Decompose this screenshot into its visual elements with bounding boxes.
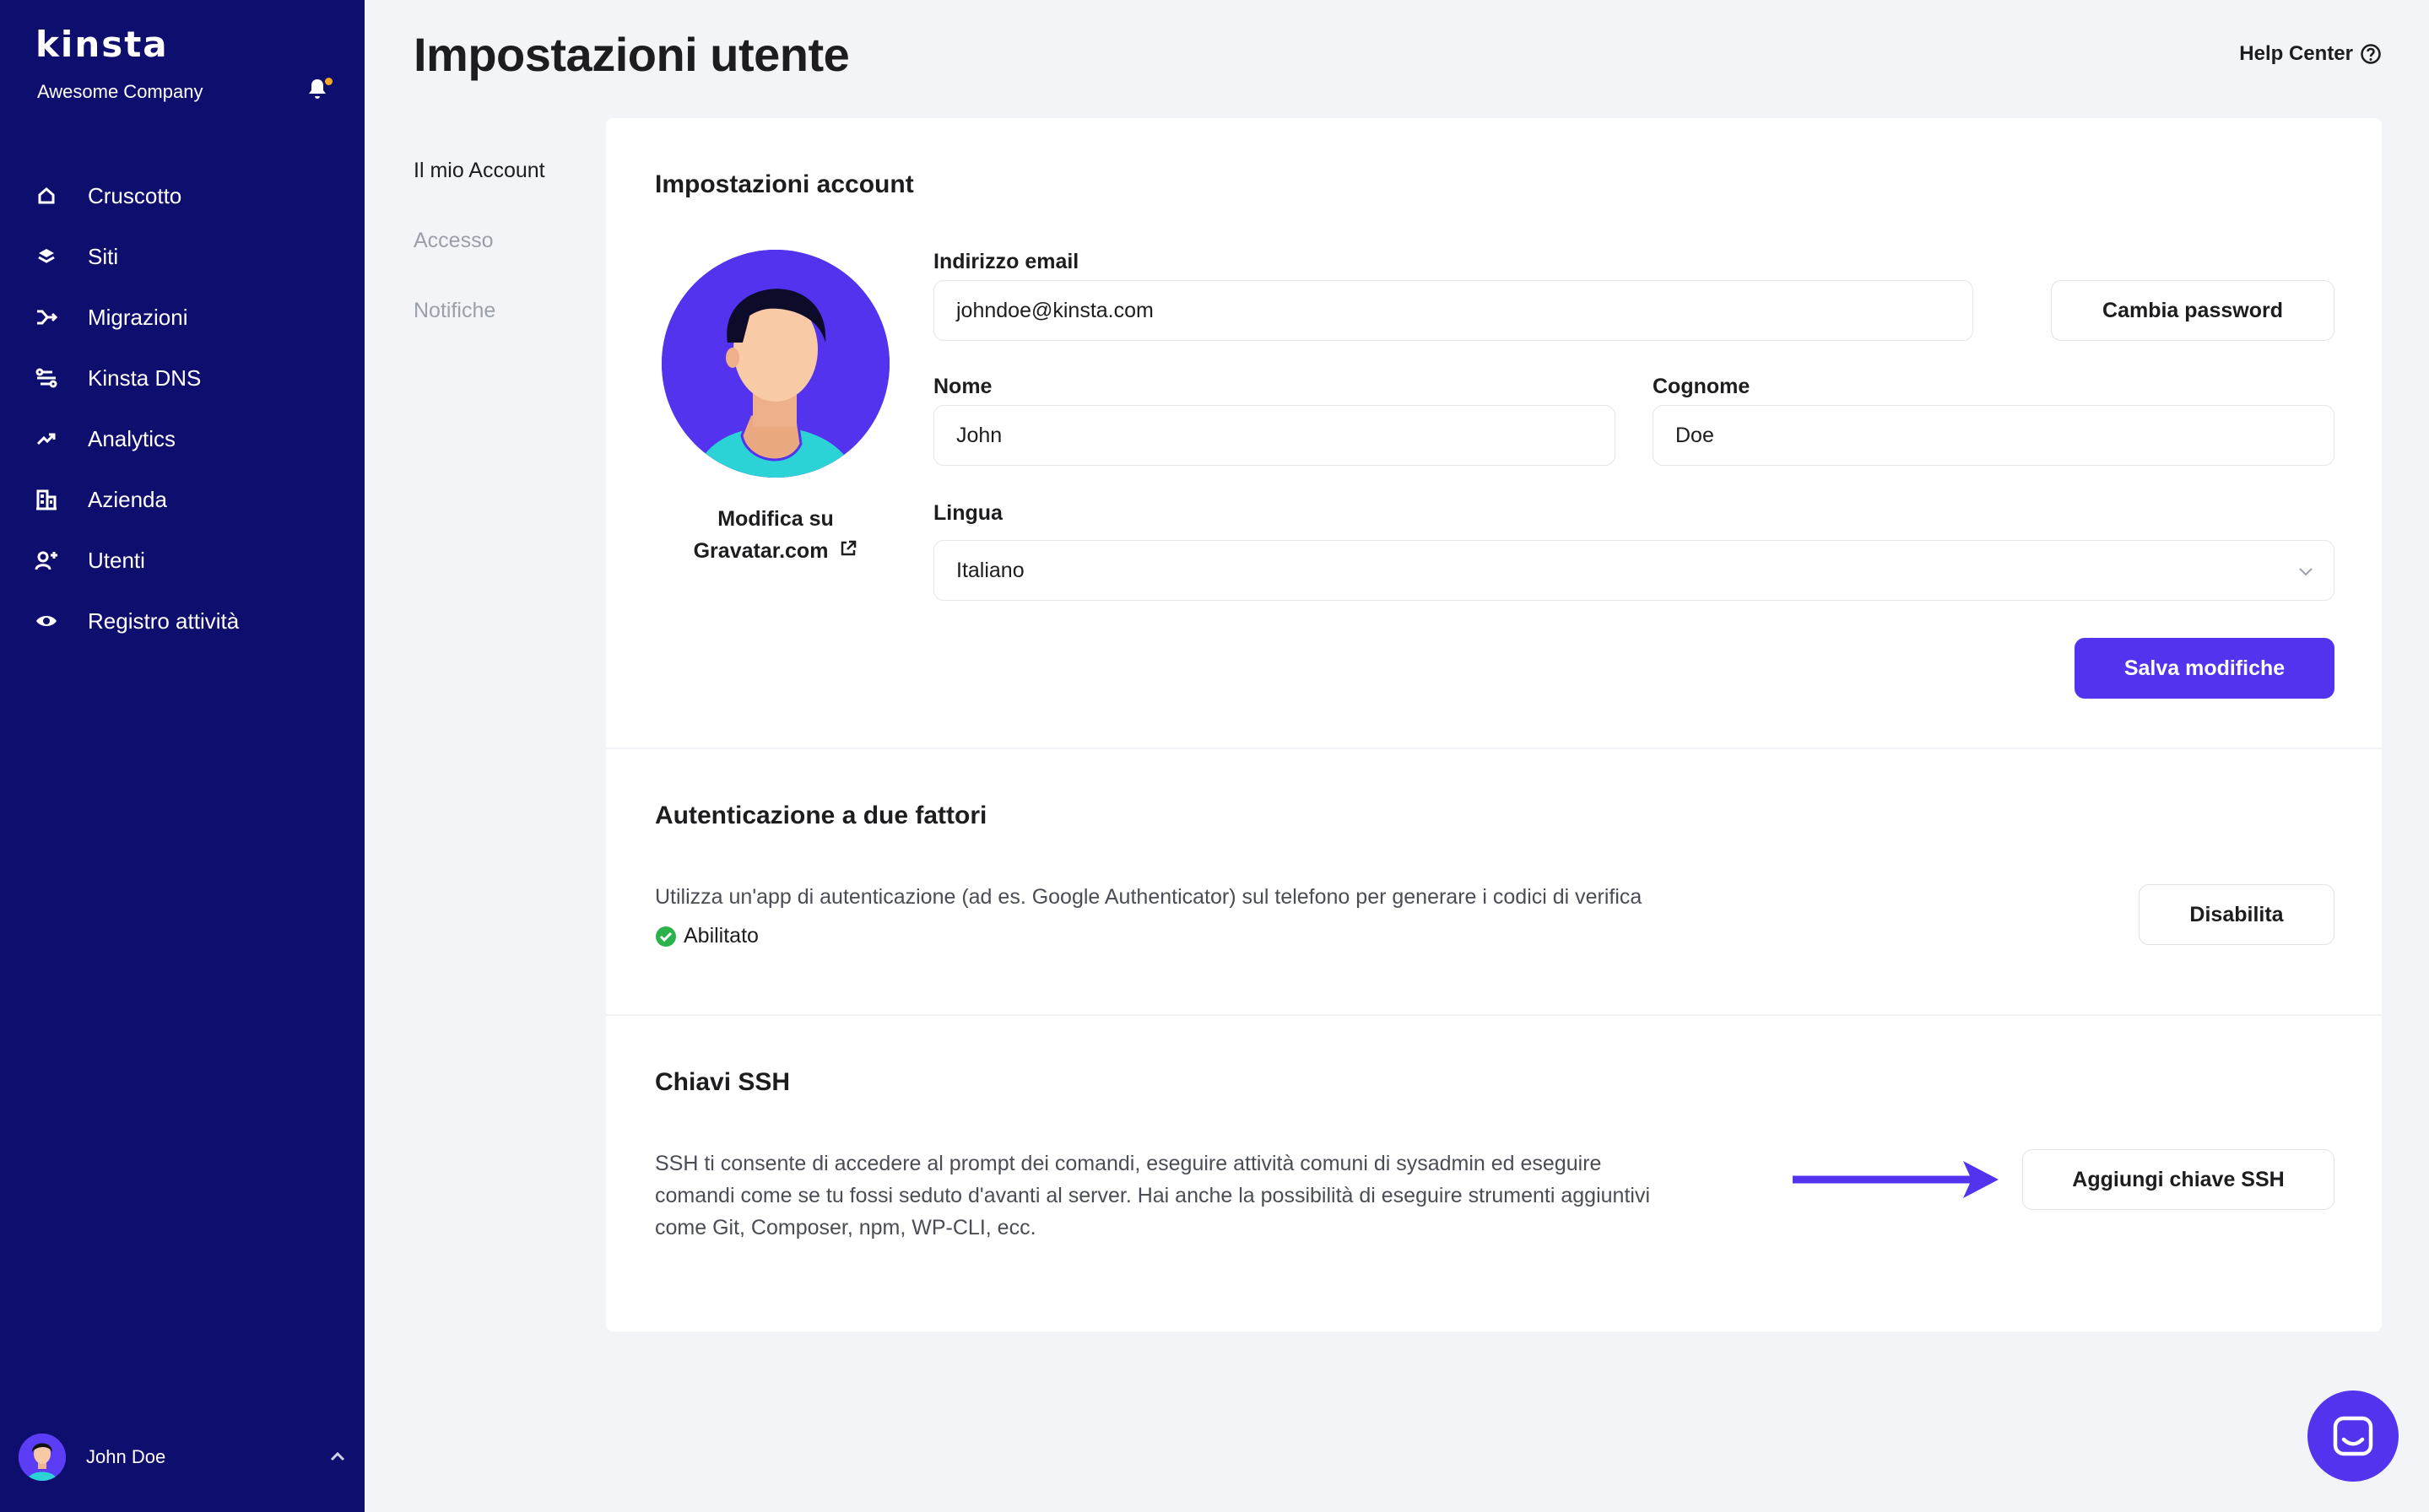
add-ssh-key-button[interactable]: Aggiungi chiave SSH	[2022, 1149, 2334, 1210]
two-factor-description: Utilizza un'app di autenticazione (ad es…	[655, 885, 1642, 909]
trend-icon	[32, 424, 61, 453]
user-name: John Doe	[86, 1446, 166, 1467]
kinsta-logo[interactable]: kinsta	[35, 24, 169, 65]
language-label: Lingua	[933, 501, 1003, 525]
last-name-field[interactable]: Doe	[1653, 405, 2334, 466]
sidebar-item-label: Migrazioni	[88, 304, 188, 330]
subnav-access[interactable]: Accesso	[414, 229, 545, 299]
last-name-label: Cognome	[1653, 375, 1750, 398]
disable-2fa-button[interactable]: Disabilita	[2139, 884, 2334, 945]
dns-icon	[32, 364, 61, 392]
subnav-my-account[interactable]: Il mio Account	[414, 159, 545, 229]
section-divider	[606, 748, 2382, 749]
sidebar-item-label: Kinsta DNS	[88, 364, 202, 391]
bell-icon[interactable]	[307, 78, 333, 103]
sidebar-item-label: Utenti	[88, 547, 145, 573]
profile-avatar	[662, 250, 890, 478]
ssh-description-line-3: come Git, Composer, npm, WP-CLI, ecc.	[655, 1216, 1036, 1239]
change-password-button[interactable]: Cambia password	[2051, 280, 2334, 341]
save-changes-button[interactable]: Salva modifiche	[2075, 638, 2334, 699]
gravatar-link[interactable]: Modifica su Gravatar.com	[662, 503, 890, 567]
sidebar-item-migrazioni[interactable]: Migrazioni	[0, 287, 365, 348]
first-name-field[interactable]: John	[933, 405, 1615, 466]
chevron-up-icon[interactable]	[327, 1447, 348, 1467]
sidebar-item-registro[interactable]: Registro attività	[0, 591, 365, 651]
check-circle-icon	[656, 926, 676, 947]
sidebar-item-analytics[interactable]: Analytics	[0, 408, 365, 469]
eye-icon	[32, 607, 61, 635]
sidebar-item-siti[interactable]: Siti	[0, 226, 365, 287]
sidebar-item-label: Cruscotto	[88, 182, 182, 208]
user-menu[interactable]: John Doe	[19, 1433, 348, 1482]
company-name[interactable]: Awesome Company	[37, 81, 203, 103]
help-center-link[interactable]: Help Center	[2239, 42, 2382, 66]
settings-subnav: Il mio Account Accesso Notifiche	[414, 159, 545, 369]
ssh-description-line-1: SSH ti consente di accedere al prompt de…	[655, 1152, 1602, 1175]
chat-icon	[2333, 1416, 2373, 1456]
section-divider	[606, 1014, 2382, 1016]
sidebar-item-cruscotto[interactable]: Cruscotto	[0, 165, 365, 226]
chat-launcher-button[interactable]	[2307, 1390, 2399, 1482]
ssh-description-line-2: comandi come se tu fossi seduto d'avanti…	[655, 1184, 1651, 1207]
gravatar-line-1: Modifica su	[717, 507, 834, 531]
notification-dot	[325, 78, 333, 85]
avatar	[19, 1434, 66, 1481]
two-factor-status: Abilitato	[655, 924, 759, 948]
ssh-keys-title: Chiavi SSH	[655, 1068, 791, 1096]
user-add-icon	[32, 546, 61, 575]
email-label: Indirizzo email	[933, 250, 1079, 273]
help-icon	[2361, 44, 2381, 64]
ssh-description: SSH ti consente di accedere al prompt de…	[655, 1148, 1752, 1244]
sidebar: kinsta Awesome Company Cruscotto Siti Mi…	[0, 0, 365, 1512]
subnav-notifications[interactable]: Notifiche	[414, 299, 545, 369]
home-icon	[32, 181, 61, 210]
gravatar-line-2-text: Gravatar.com	[693, 539, 829, 563]
email-field[interactable]: johndoe@kinsta.com	[933, 280, 1973, 341]
layers-icon	[32, 242, 61, 271]
sidebar-item-label: Analytics	[88, 425, 176, 451]
external-link-icon	[841, 540, 857, 556]
two-factor-status-text: Abilitato	[684, 924, 759, 948]
page-title: Impostazioni utente	[414, 28, 850, 81]
arrow-right-icon	[1793, 1161, 1999, 1198]
chevron-down-icon	[2299, 568, 2313, 576]
sidebar-item-dns[interactable]: Kinsta DNS	[0, 348, 365, 408]
sidebar-item-utenti[interactable]: Utenti	[0, 530, 365, 591]
language-value: Italiano	[956, 558, 1025, 582]
account-settings-title: Impostazioni account	[655, 170, 914, 198]
sidebar-item-azienda[interactable]: Azienda	[0, 469, 365, 530]
two-factor-title: Autenticazione a due fattori	[655, 802, 987, 829]
sidebar-item-label: Azienda	[88, 486, 167, 512]
building-icon	[32, 485, 61, 514]
migrate-icon	[32, 303, 61, 332]
language-select[interactable]: Italiano	[933, 540, 2334, 601]
sidebar-item-label: Siti	[88, 243, 119, 269]
sidebar-nav: Cruscotto Siti Migrazioni Kinsta DNS Ana…	[0, 165, 365, 651]
settings-card: Impostazioni account Modifica su Gravata…	[606, 118, 2382, 1331]
gravatar-line-2: Gravatar.com	[662, 535, 890, 567]
help-center-label: Help Center	[2239, 42, 2353, 65]
first-name-label: Nome	[933, 375, 993, 398]
sidebar-item-label: Registro attività	[88, 608, 240, 634]
